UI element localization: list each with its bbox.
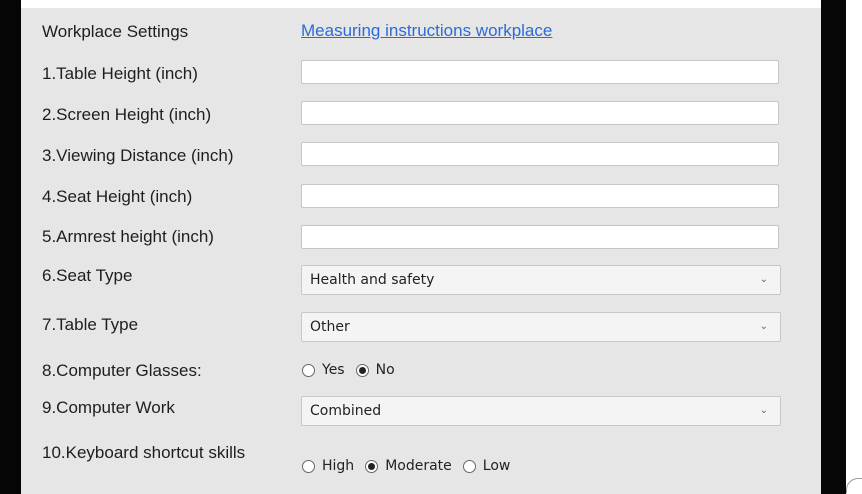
radio-button[interactable] — [302, 459, 315, 473]
right-window-frame — [821, 0, 846, 494]
left-window-frame — [0, 0, 21, 494]
viewing-distance-label: 3.Viewing Distance (inch) — [42, 146, 234, 165]
seat-type-select[interactable]: Health and safety ⌄ — [301, 265, 781, 295]
keyboard-high-label: High — [322, 458, 355, 474]
glasses-option-yes[interactable]: Yes — [302, 362, 345, 378]
radio-button-selected[interactable] — [355, 363, 369, 377]
glasses-no-label: No — [375, 362, 395, 378]
keyboard-option-high[interactable]: High — [302, 458, 354, 474]
table-height-input[interactable] — [301, 60, 779, 84]
radio-button[interactable] — [462, 459, 476, 473]
section-title: Workplace Settings — [42, 22, 189, 41]
screen-height-input[interactable] — [301, 101, 779, 125]
radio-button-selected[interactable] — [365, 459, 379, 473]
radio-button[interactable] — [302, 363, 315, 377]
keyboard-option-low[interactable]: Low — [462, 458, 511, 474]
computer-work-select[interactable]: Combined ⌄ — [301, 396, 781, 426]
keyboard-low-label: Low — [482, 458, 511, 474]
keyboard-skills-label: 10.Keyboard shortcut skills — [42, 443, 246, 462]
computer-glasses-radio-group: Yes No — [302, 359, 406, 381]
glasses-option-no[interactable]: No — [355, 362, 395, 378]
chevron-down-icon: ⌄ — [759, 405, 768, 416]
seat-height-label: 4.Seat Height (inch) — [42, 187, 193, 206]
keyboard-option-moderate[interactable]: Moderate — [365, 458, 452, 474]
armrest-height-label: 5.Armrest height (inch) — [42, 227, 214, 246]
measuring-instructions-link[interactable]: Measuring instructions workplace — [301, 21, 552, 41]
table-type-label: 7.Table Type — [42, 315, 139, 334]
computer-glasses-label: 8.Computer Glasses: — [42, 361, 202, 380]
screen-height-label: 2.Screen Height (inch) — [42, 105, 212, 124]
table-type-select[interactable]: Other ⌄ — [301, 312, 781, 342]
table-type-value: Other — [310, 319, 350, 335]
glasses-yes-label: Yes — [322, 362, 345, 378]
right-background — [846, 0, 862, 494]
seat-height-input[interactable] — [301, 184, 779, 208]
seat-type-value: Health and safety — [310, 272, 435, 288]
armrest-height-input[interactable] — [301, 225, 779, 249]
workplace-settings-panel: Workplace Settings Measuring instruction… — [21, 8, 821, 494]
keyboard-moderate-label: Moderate — [385, 458, 452, 474]
seat-type-label: 6.Seat Type — [42, 266, 133, 285]
table-height-label: 1.Table Height (inch) — [42, 64, 198, 83]
computer-work-label: 9.Computer Work — [42, 398, 175, 417]
chevron-down-icon: ⌄ — [759, 274, 768, 285]
keyboard-skills-radio-group: High Moderate Low — [302, 455, 521, 477]
computer-work-value: Combined — [310, 403, 382, 419]
chevron-down-icon: ⌄ — [759, 321, 768, 332]
viewing-distance-input[interactable] — [301, 142, 779, 166]
